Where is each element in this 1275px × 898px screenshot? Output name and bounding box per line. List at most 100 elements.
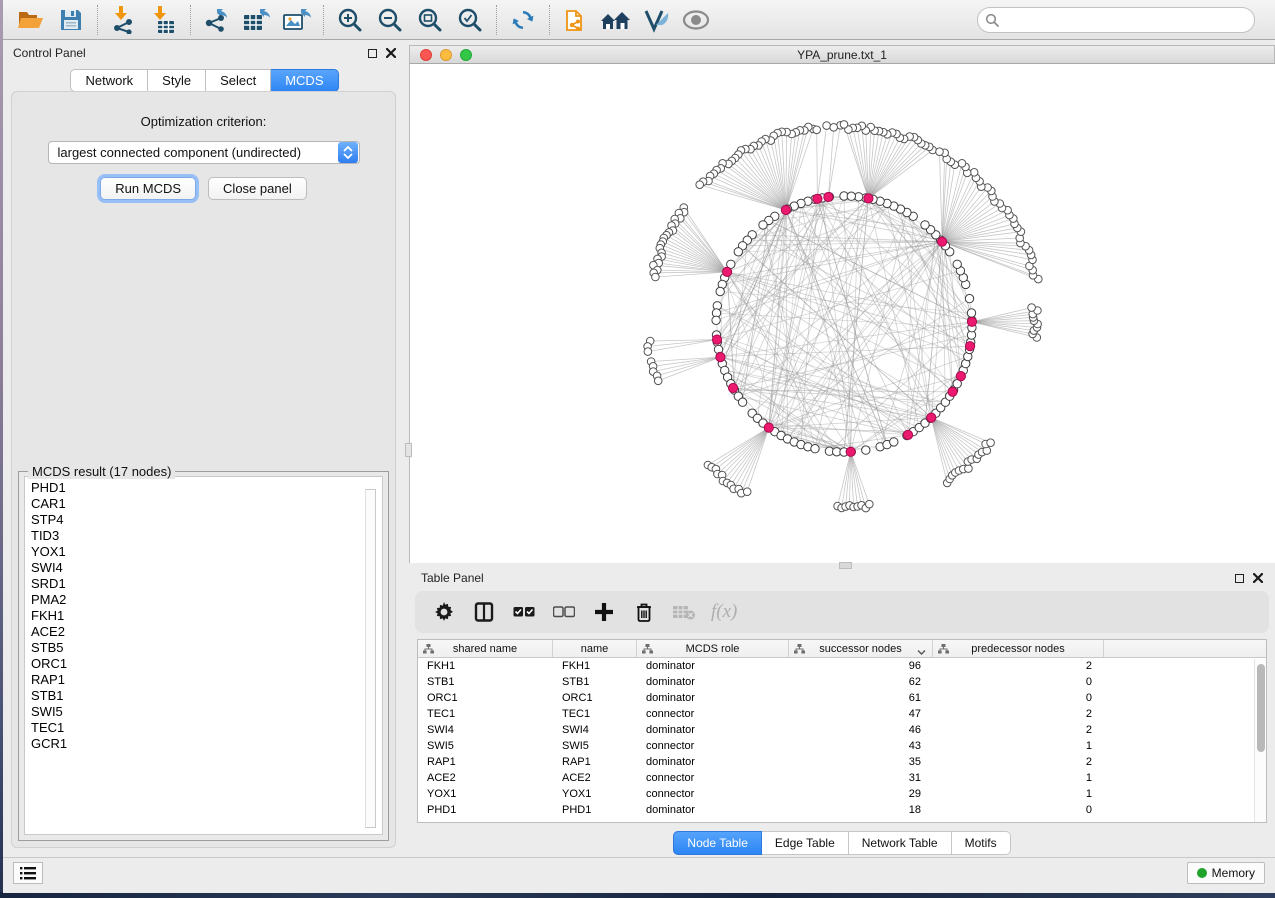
column-header-MCDS-role[interactable]: MCDS role xyxy=(637,640,789,657)
network-graph[interactable] xyxy=(410,64,1275,563)
cell-name: FKH1 xyxy=(553,660,637,672)
mcds-result-title: MCDS result (17 nodes) xyxy=(28,464,175,479)
cell-shared-name: FKH1 xyxy=(418,660,553,672)
table-row[interactable]: RAP1RAP1dominator352 xyxy=(418,754,1266,770)
mcds-node-item[interactable]: FKH1 xyxy=(31,608,382,624)
table-row[interactable]: ACE2ACE2connector311 xyxy=(418,770,1266,786)
settings-gear-icon[interactable] xyxy=(431,599,457,625)
tab-mcds[interactable]: MCDS xyxy=(271,69,338,92)
tab-network-table[interactable]: Network Table xyxy=(849,831,952,855)
column-tree-icon xyxy=(938,644,949,657)
memory-button[interactable]: Memory xyxy=(1187,862,1265,884)
import-table-icon[interactable] xyxy=(144,3,184,37)
column-header-name[interactable]: name xyxy=(553,640,637,657)
mcds-node-item[interactable]: SWI5 xyxy=(31,704,382,720)
table-vertical-scrollbar[interactable] xyxy=(1254,659,1266,822)
cell-MCDS-role: dominator xyxy=(637,756,789,768)
column-header-shared-name[interactable]: shared name xyxy=(418,640,553,657)
table-row[interactable]: ORC1ORC1dominator610 xyxy=(418,690,1266,706)
hide-details-icon[interactable] xyxy=(636,3,676,37)
select-all-checkboxes-icon[interactable] xyxy=(511,599,537,625)
table-row[interactable]: TEC1TEC1connector472 xyxy=(418,706,1266,722)
column-header-predecessor-nodes[interactable]: predecessor nodes xyxy=(933,640,1104,657)
mcds-node-item[interactable]: SWI4 xyxy=(31,560,382,576)
table-row[interactable]: SWI4SWI4dominator462 xyxy=(418,722,1266,738)
zoom-fit-icon[interactable] xyxy=(410,3,450,37)
column-header-successor-nodes[interactable]: successor nodes xyxy=(789,640,933,657)
cell-predecessor-nodes: 2 xyxy=(933,660,1104,672)
float-panel-icon[interactable] xyxy=(368,49,377,58)
tab-style[interactable]: Style xyxy=(148,69,206,92)
zoom-out-icon[interactable] xyxy=(370,3,410,37)
mcds-node-item[interactable]: YOX1 xyxy=(31,544,382,560)
float-table-panel-icon[interactable] xyxy=(1235,574,1244,583)
cell-predecessor-nodes: 1 xyxy=(933,788,1104,800)
show-details-icon[interactable] xyxy=(676,3,716,37)
close-panel-icon[interactable] xyxy=(386,48,396,58)
mcds-list-scrollbar[interactable] xyxy=(365,489,376,828)
mcds-node-item[interactable]: TEC1 xyxy=(31,720,382,736)
table-row[interactable]: FKH1FKH1dominator962 xyxy=(418,658,1266,674)
splitter-grip-vertical[interactable] xyxy=(405,443,412,457)
mcds-node-item[interactable]: ACE2 xyxy=(31,624,382,640)
mcds-node-item[interactable]: SRD1 xyxy=(31,576,382,592)
export-table-icon[interactable] xyxy=(237,3,277,37)
task-history-button[interactable] xyxy=(13,862,43,884)
mcds-node-item[interactable]: ORC1 xyxy=(31,656,382,672)
mcds-node-item[interactable]: STP4 xyxy=(31,512,382,528)
tab-select[interactable]: Select xyxy=(206,69,271,92)
cell-predecessor-nodes: 0 xyxy=(933,692,1104,704)
tab-motifs[interactable]: Motifs xyxy=(952,831,1011,855)
deselect-all-checkboxes-icon[interactable] xyxy=(551,599,577,625)
table-row[interactable]: STB1STB1dominator620 xyxy=(418,674,1266,690)
home-networks-icon[interactable] xyxy=(596,3,636,37)
mcds-node-item[interactable]: STB1 xyxy=(31,688,382,704)
mcds-node-item[interactable]: GCR1 xyxy=(31,736,382,752)
table-scrollbar-thumb[interactable] xyxy=(1257,664,1265,752)
node-table[interactable]: shared namenameMCDS rolesuccessor nodesp… xyxy=(417,639,1267,823)
add-row-icon[interactable] xyxy=(591,599,617,625)
export-image-icon[interactable] xyxy=(277,3,317,37)
mcds-node-item[interactable]: RAP1 xyxy=(31,672,382,688)
app-window: Control Panel NetworkStyleSelectMCDS Opt… xyxy=(3,0,1275,893)
mcds-node-item[interactable]: TID3 xyxy=(31,528,382,544)
import-network-icon[interactable] xyxy=(104,3,144,37)
cell-name: TEC1 xyxy=(553,708,637,720)
close-panel-button[interactable]: Close panel xyxy=(208,177,307,200)
table-row[interactable]: YOX1YOX1connector291 xyxy=(418,786,1266,802)
cell-successor-nodes: 31 xyxy=(789,772,933,784)
mcds-node-item[interactable]: CAR1 xyxy=(31,496,382,512)
close-table-panel-icon[interactable] xyxy=(1253,573,1263,583)
zoom-selected-icon[interactable] xyxy=(450,3,490,37)
mcds-node-item[interactable]: STB5 xyxy=(31,640,382,656)
search-input[interactable] xyxy=(977,7,1255,33)
mcds-node-item[interactable]: PMA2 xyxy=(31,592,382,608)
export-network-icon[interactable] xyxy=(197,3,237,37)
network-canvas[interactable] xyxy=(409,64,1275,563)
tab-edge-table[interactable]: Edge Table xyxy=(762,831,849,855)
table-row[interactable]: SWI5SWI5connector431 xyxy=(418,738,1266,754)
cell-MCDS-role: dominator xyxy=(637,660,789,672)
refresh-layout-icon[interactable] xyxy=(503,3,543,37)
show-columns-icon[interactable] xyxy=(471,599,497,625)
mcds-result-list[interactable]: PHD1CAR1STP4TID3YOX1SWI4SRD1PMA2FKH1ACE2… xyxy=(24,476,383,835)
network-window-titlebar[interactable]: YPA_prune.txt_1 xyxy=(409,45,1275,64)
status-bar: Memory xyxy=(3,857,1275,888)
zoom-in-icon[interactable] xyxy=(330,3,370,37)
share-document-icon[interactable] xyxy=(556,3,596,37)
run-mcds-button[interactable]: Run MCDS xyxy=(100,177,196,200)
tab-network[interactable]: Network xyxy=(70,69,148,92)
delete-row-icon[interactable] xyxy=(631,599,657,625)
mcds-node-item[interactable]: PHD1 xyxy=(31,480,382,496)
cell-name: SWI4 xyxy=(553,724,637,736)
tab-node-table[interactable]: Node Table xyxy=(673,831,762,855)
cell-successor-nodes: 35 xyxy=(789,756,933,768)
save-icon[interactable] xyxy=(51,3,91,37)
cell-successor-nodes: 43 xyxy=(789,740,933,752)
open-folder-icon[interactable] xyxy=(11,3,51,37)
sort-chevron-icon[interactable] xyxy=(917,646,926,658)
criterion-selected-value: largest connected component (undirected) xyxy=(49,145,338,160)
optimization-criterion-select[interactable]: largest connected component (undirected) xyxy=(48,141,360,164)
toolbar-separator xyxy=(323,5,324,35)
table-row[interactable]: PHD1PHD1dominator180 xyxy=(418,802,1266,818)
